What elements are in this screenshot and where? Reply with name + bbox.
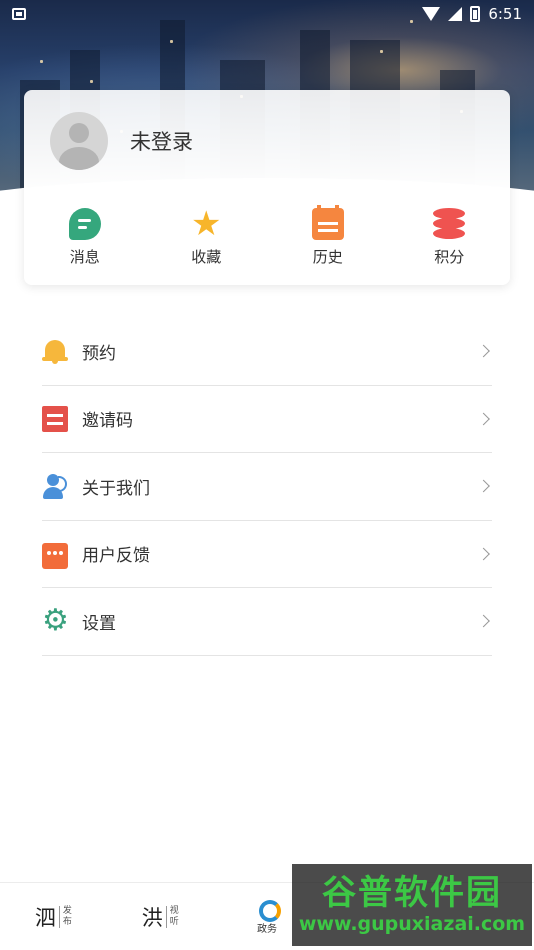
tab-small-bottom: 听	[169, 916, 179, 927]
quick-action-history[interactable]: 历史	[267, 205, 389, 267]
feedback-icon	[42, 542, 68, 569]
watermark-title: 谷普软件园	[322, 873, 502, 913]
menu-item-label: 用户反馈	[82, 546, 150, 567]
profile-card: 未登录 消息 ★ 收藏 历史 积分	[24, 90, 510, 285]
quick-action-label: 收藏	[191, 248, 222, 266]
government-logo-icon	[257, 898, 281, 922]
tab-small-top: 视	[169, 905, 179, 916]
chevron-right-icon	[477, 344, 490, 358]
status-bar: 6:51	[0, 0, 534, 28]
tab-big-char: 洪	[141, 905, 163, 930]
chevron-right-icon	[477, 547, 490, 561]
bell-icon	[42, 338, 68, 365]
tab-publish[interactable]: 泗 发 布	[0, 883, 107, 950]
menu-item-label: 邀请码	[82, 411, 133, 432]
quick-action-points[interactable]: 积分	[389, 208, 511, 267]
signal-icon	[448, 7, 463, 21]
menu-item-settings[interactable]: ⚙ 设置	[42, 588, 492, 656]
tab-big-char: 泗	[34, 905, 56, 930]
username-label: 未登录	[130, 130, 193, 154]
menu-item-label: 关于我们	[82, 478, 150, 499]
user-info-icon	[42, 473, 68, 500]
tab-label: 政务	[256, 924, 277, 935]
tab-small-top: 发	[62, 905, 72, 916]
star-icon: ★	[191, 204, 222, 244]
coins-icon	[433, 208, 466, 240]
chevron-right-icon	[477, 614, 490, 628]
quick-action-label: 积分	[434, 248, 465, 266]
quick-action-favorites[interactable]: ★ 收藏	[146, 204, 268, 267]
watermark-url: www.gupuxiazai.com	[298, 913, 526, 935]
quick-action-label: 消息	[69, 248, 100, 266]
notification-icon	[12, 8, 26, 20]
menu-item-label: 设置	[82, 613, 116, 634]
login-prompt[interactable]: 未登录	[50, 112, 193, 170]
settings-menu: 预约 邀请码 关于我们 用户反馈 ⚙ 设置	[42, 318, 492, 656]
message-icon	[68, 208, 101, 240]
quick-action-messages[interactable]: 消息	[24, 208, 146, 267]
quick-actions: 消息 ★ 收藏 历史 积分	[24, 204, 511, 267]
menu-item-about-us[interactable]: 关于我们	[42, 453, 492, 521]
quick-action-label: 历史	[312, 248, 343, 266]
chevron-right-icon	[477, 479, 490, 493]
watermark: 谷普软件园 www.gupuxiazai.com	[292, 864, 532, 946]
tab-media[interactable]: 洪 视 听	[107, 883, 214, 950]
battery-icon	[470, 6, 481, 22]
invite-code-icon	[42, 405, 68, 432]
calendar-icon	[311, 205, 344, 240]
menu-item-invite-code[interactable]: 邀请码	[42, 386, 492, 453]
menu-item-reservation[interactable]: 预约	[42, 318, 492, 386]
avatar[interactable]	[50, 112, 108, 170]
gear-icon: ⚙	[42, 603, 69, 639]
menu-item-feedback[interactable]: 用户反馈	[42, 521, 492, 588]
status-time: 6:51	[488, 5, 522, 23]
tab-small-bottom: 布	[62, 916, 72, 927]
wifi-icon	[422, 7, 441, 21]
chevron-right-icon	[477, 412, 490, 426]
menu-item-label: 预约	[82, 343, 116, 364]
